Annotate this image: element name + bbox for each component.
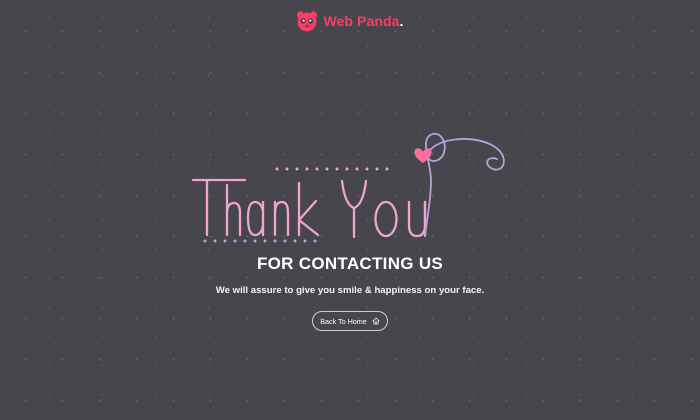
page-headline: FOR CONTACTING US bbox=[256, 254, 444, 273]
top-dotted-line bbox=[275, 167, 389, 171]
thank-you-letters bbox=[191, 178, 427, 239]
page-message: We will assure to give you smile & happi… bbox=[215, 285, 485, 296]
panda-icon bbox=[297, 11, 318, 32]
back-to-home-button[interactable]: Back To Home bbox=[312, 311, 388, 331]
thank-you-graphic bbox=[191, 133, 505, 243]
back-to-home-label: Back To Home bbox=[320, 316, 367, 326]
thank-you-lettering bbox=[187, 125, 517, 253]
brand-logo[interactable]: Web Panda. bbox=[0, 10, 700, 32]
bottom-dotted-line bbox=[203, 239, 317, 243]
flourish-swirl bbox=[424, 133, 505, 237]
brand-name: Web Panda. bbox=[323, 13, 404, 29]
home-icon bbox=[372, 317, 380, 325]
